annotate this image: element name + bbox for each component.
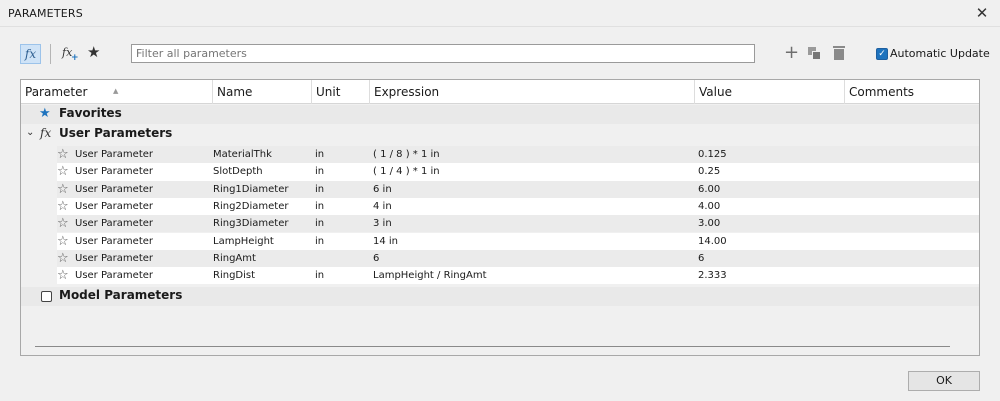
value-cell: 4.00 — [698, 200, 721, 212]
fx-icon: fx — [40, 126, 52, 140]
filter-parameters-input[interactable] — [131, 44, 755, 63]
expression-cell[interactable]: ( 1 / 8 ) * 1 in — [373, 146, 440, 163]
table-header: Parameter ▲ Name Unit Expression Value Co… — [21, 80, 979, 104]
unit-cell: in — [315, 218, 325, 230]
value-cell: 6 — [698, 252, 705, 264]
column-header-unit[interactable]: Unit — [312, 80, 370, 104]
favorite-star-icon[interactable]: ☆ — [57, 181, 69, 198]
favorite-star-icon[interactable]: ☆ — [57, 146, 69, 163]
favorite-star-icon[interactable]: ☆ — [57, 233, 69, 250]
favorite-star-icon[interactable]: ☆ — [57, 215, 69, 232]
table-row[interactable]: ☆ User Parameter Ring3Diameter in 3 in 3.00 — [57, 215, 979, 233]
table-row[interactable]: ☆ User Parameter RingDist in LampHeight / Ri… — [57, 267, 979, 285]
table-row[interactable]: ☆ User Parameter MaterialThk in ( 1 / 8 ) * … — [57, 146, 979, 164]
name-cell[interactable]: Ring2Diameter — [213, 198, 288, 215]
favorite-star-icon[interactable]: ☆ — [57, 250, 69, 267]
parameter-cell: User Parameter — [75, 183, 153, 195]
unit-cell: in — [315, 235, 325, 247]
table-row[interactable]: ☆ User Parameter LampHeight in 14 in 14.00 — [57, 232, 979, 250]
parameter-cell: User Parameter — [75, 149, 153, 160]
unit-cell: in — [315, 183, 325, 195]
expression-cell[interactable]: 14 in — [373, 233, 398, 250]
expression-cell[interactable]: LampHeight / RingAmt — [373, 267, 487, 284]
model-parameters-group-label: Model Parameters — [59, 288, 183, 302]
user-parameters-group-row[interactable]: ⌄ fx User Parameters — [21, 125, 979, 144]
toolbar-divider — [50, 44, 51, 64]
table-row[interactable]: ☆ User Parameter Ring2Diameter in 4 in 4.00 — [57, 197, 979, 216]
fx-icon[interactable]: fx — [20, 44, 41, 64]
automatic-update-label: Automatic Update — [890, 47, 990, 60]
toolbar: fx fx + ★ + ✓ Automatic Update — [0, 40, 1000, 70]
add-user-parameter-icon[interactable]: fx + — [62, 46, 79, 63]
name-cell[interactable]: Ring3Diameter — [213, 215, 288, 232]
model-parameters-icon — [41, 291, 52, 302]
table-row[interactable]: ☆ User Parameter SlotDepth in ( 1 / 4 ) * 1 … — [57, 163, 979, 181]
add-user-parameter-plus: + — [71, 53, 79, 63]
title-bar: PARAMETERS ✕ — [0, 0, 1000, 27]
table-row[interactable]: ☆ User Parameter Ring1Diameter in 6 in 6.00 — [57, 180, 979, 198]
favorites-star-icon[interactable]: ★ — [87, 43, 100, 61]
trash-icon[interactable] — [833, 46, 845, 60]
name-cell[interactable]: Ring1Diameter — [213, 181, 288, 198]
automatic-update-checkbox[interactable]: ✓ — [876, 48, 888, 60]
table-row[interactable]: ☆ User Parameter RingAmt 6 6 — [57, 249, 979, 268]
unit-cell: in — [315, 200, 325, 212]
value-cell: 3.00 — [698, 218, 721, 230]
name-cell[interactable]: RingDist — [213, 267, 255, 284]
column-header-comments[interactable]: Comments — [845, 80, 979, 104]
expression-cell[interactable]: ( 1 / 4 ) * 1 in — [373, 163, 440, 180]
parameter-cell: User Parameter — [75, 252, 153, 264]
favorite-star-icon[interactable]: ☆ — [57, 267, 69, 284]
ok-button[interactable]: OK — [908, 371, 980, 391]
favorites-star-icon: ★ — [39, 106, 51, 121]
name-cell[interactable]: MaterialThk — [213, 146, 272, 163]
unit-cell: in — [315, 270, 325, 282]
value-cell: 2.333 — [698, 270, 727, 282]
unit-cell: in — [315, 166, 325, 178]
name-cell[interactable]: RingAmt — [213, 250, 256, 267]
name-cell[interactable]: SlotDepth — [213, 163, 263, 180]
parameter-cell: User Parameter — [75, 166, 153, 178]
column-header-name[interactable]: Name — [213, 80, 312, 104]
column-header-value[interactable]: Value — [695, 80, 845, 104]
favorites-group-row[interactable]: ★ Favorites — [21, 105, 979, 124]
parameters-table: Parameter ▲ Name Unit Expression Value Co… — [20, 79, 980, 356]
name-cell[interactable]: LampHeight — [213, 233, 274, 250]
window-title: PARAMETERS — [8, 7, 83, 20]
expression-cell[interactable]: 6 in — [373, 181, 392, 198]
expression-cell[interactable]: 4 in — [373, 198, 392, 215]
column-header-parameter[interactable]: Parameter ▲ — [21, 80, 213, 104]
parameter-cell: User Parameter — [75, 270, 153, 282]
parameter-cell: User Parameter — [75, 218, 153, 230]
column-header-expression[interactable]: Expression — [370, 80, 695, 104]
expression-cell[interactable]: 3 in — [373, 215, 392, 232]
favorites-group-label: Favorites — [59, 106, 122, 120]
user-parameters-group-label: User Parameters — [59, 126, 173, 140]
expression-cell[interactable]: 6 — [373, 250, 379, 267]
value-cell: 6.00 — [698, 183, 721, 195]
parameter-cell: User Parameter — [75, 200, 153, 212]
value-cell: 0.125 — [698, 149, 727, 160]
favorite-star-icon[interactable]: ☆ — [57, 198, 69, 215]
favorite-star-icon[interactable]: ☆ — [57, 163, 69, 180]
parameter-cell: User Parameter — [75, 235, 153, 247]
copy-icon[interactable] — [808, 47, 822, 61]
close-button[interactable]: ✕ — [972, 3, 992, 23]
plus-icon[interactable]: + — [784, 42, 799, 63]
value-cell: 0.25 — [698, 166, 721, 178]
chevron-down-icon[interactable]: ⌄ — [26, 127, 34, 138]
horizontal-scrollbar[interactable] — [35, 346, 950, 347]
value-cell: 14.00 — [698, 235, 727, 247]
unit-cell: in — [315, 149, 325, 160]
model-parameters-group-row[interactable]: Model Parameters — [21, 287, 979, 306]
